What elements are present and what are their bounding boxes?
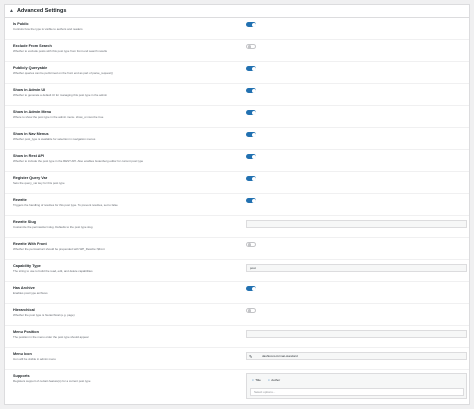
setting-row: Rewrite Triggers the handling of rewrites… [5, 194, 469, 216]
setting-row: Menu Position The position in the menu or… [5, 326, 469, 348]
toggle-switch[interactable] [246, 286, 256, 291]
setting-description: Whether the post type is hierarchical (e… [13, 313, 75, 317]
setting-row: Show in Rest API Whether to include the p… [5, 150, 469, 172]
toggle-switch[interactable] [246, 22, 256, 27]
setting-label: Show in Rest API [13, 154, 45, 158]
setting-label: Menu Icon [13, 352, 32, 356]
toggle-knob [251, 286, 256, 291]
setting-description: Whether to exclude posts with this post … [13, 49, 107, 53]
toggle-switch[interactable] [246, 198, 256, 203]
toggle-knob [247, 45, 251, 49]
setting-row: Show in Admin UI Whether to generate a de… [5, 84, 469, 106]
setting-row: Hierarchical Whether the post type is hie… [5, 304, 469, 326]
setting-label: Show in Nav Menus [13, 132, 49, 136]
setting-label: Has Archive [13, 286, 35, 290]
toggle-knob [251, 22, 256, 27]
setting-description: The position in the menu order the post … [13, 335, 89, 339]
setting-description: Enables post type archives [13, 291, 48, 295]
remove-tag-icon[interactable]: × [268, 377, 270, 384]
setting-label: Rewrite [13, 198, 27, 202]
setting-label: Show in Admin UI [13, 88, 46, 92]
pin-icon: ✎ [249, 354, 253, 359]
setting-description: Customize the permastruct slug. Defaults… [13, 225, 93, 229]
toggle-knob [247, 309, 251, 313]
panel-header[interactable]: ▲ Advanced Settings [5, 5, 469, 18]
setting-row: Supports Registers support of certain fea… [5, 370, 469, 407]
toggle-knob [251, 88, 256, 93]
setting-description: Whether the permastruct should be prepen… [13, 247, 105, 251]
setting-row: Show in Nav Menus Whether post_type is av… [5, 128, 469, 150]
setting-label: Rewrite Slug [13, 220, 36, 224]
supports-multiselect[interactable]: × Title × Author Select options... [246, 373, 467, 399]
caret-up-icon[interactable]: ▲ [9, 8, 14, 14]
setting-label: Capability Type [13, 264, 41, 268]
setting-description: Where to show the post type in the admin… [13, 115, 104, 119]
toggle-switch[interactable] [246, 44, 256, 49]
setting-row: Menu Icon Icon will be visible in admin m… [5, 348, 469, 370]
toggle-switch[interactable] [246, 308, 256, 313]
menu-icon-value: dashicons-format-standard [262, 354, 298, 358]
tag-label: Author [271, 378, 281, 382]
setting-row: Register Query Var Sets the query_var key… [5, 172, 469, 194]
setting-row: Capability Type The string to use to buil… [5, 260, 469, 282]
toggle-switch[interactable] [246, 242, 256, 247]
toggle-knob [251, 110, 256, 115]
setting-description: Whether to generate a default UI for man… [13, 93, 108, 97]
toggle-knob [251, 176, 256, 181]
text-input[interactable] [246, 330, 467, 338]
toggle-knob [251, 198, 256, 203]
setting-description: Whether queries can be performed on the … [13, 71, 113, 75]
toggle-knob [251, 154, 256, 159]
setting-row: Is Public Controls how the type is visibl… [5, 18, 469, 40]
setting-description: Whether to include the post type in the … [13, 159, 144, 163]
supports-search-input[interactable]: Select options... [250, 388, 464, 396]
setting-label: Supports [13, 374, 30, 378]
setting-label: Publicly Queryable [13, 66, 48, 70]
toggle-switch[interactable] [246, 132, 256, 137]
toggle-switch[interactable] [246, 154, 256, 159]
setting-label: Hierarchical [13, 308, 35, 312]
setting-description: Sets the query_var key for this post typ… [13, 181, 65, 185]
setting-description: Icon will be visible in admin menu [13, 357, 56, 361]
setting-row: Rewrite Slug Customize the permastruct sl… [5, 216, 469, 238]
text-input[interactable] [246, 220, 467, 228]
toggle-switch[interactable] [246, 110, 256, 115]
selected-tag: × Author [266, 377, 282, 384]
setting-description: Triggers the handling of rewrites for th… [13, 203, 118, 207]
toggle-knob [251, 132, 256, 137]
setting-description: The string to use to build the read, edi… [13, 269, 93, 273]
setting-row: Exclude From Search Whether to exclude po… [5, 40, 469, 62]
toggle-switch[interactable] [246, 66, 256, 71]
setting-description: Registers support of certain feature(s) … [13, 379, 91, 383]
toggle-switch[interactable] [246, 176, 256, 181]
toggle-knob [251, 66, 256, 71]
selected-tag: × Title [250, 377, 263, 384]
panel-title: Advanced Settings [16, 8, 67, 14]
advanced-settings-panel: ▲ Advanced Settings Is Public Controls ho… [4, 4, 470, 405]
setting-label: Show in Admin Menu [13, 110, 52, 114]
setting-label: Is Public [13, 22, 29, 26]
setting-row: Has Archive Enables post type archives [5, 282, 469, 304]
setting-row: Show in Admin Menu Where to show the post… [5, 106, 469, 128]
setting-row: Publicly Queryable Whether queries can be… [5, 62, 469, 84]
tag-label: Title [255, 378, 261, 382]
setting-row: Rewrite With Front Whether the permastruc… [5, 238, 469, 260]
toggle-knob [247, 243, 251, 247]
setting-description: Whether post_type is available for selec… [13, 137, 96, 141]
setting-label: Exclude From Search [13, 44, 52, 48]
setting-description: Controls how the type is visible to auth… [13, 27, 83, 31]
text-input[interactable]: post [246, 264, 467, 272]
remove-tag-icon[interactable]: × [252, 377, 254, 384]
setting-label: Menu Position [13, 330, 39, 334]
setting-label: Register Query Var [13, 176, 48, 180]
toggle-switch[interactable] [246, 88, 256, 93]
setting-label: Rewrite With Front [13, 242, 47, 246]
menu-icon-input[interactable]: ✎ dashicons-format-standard [246, 352, 467, 360]
